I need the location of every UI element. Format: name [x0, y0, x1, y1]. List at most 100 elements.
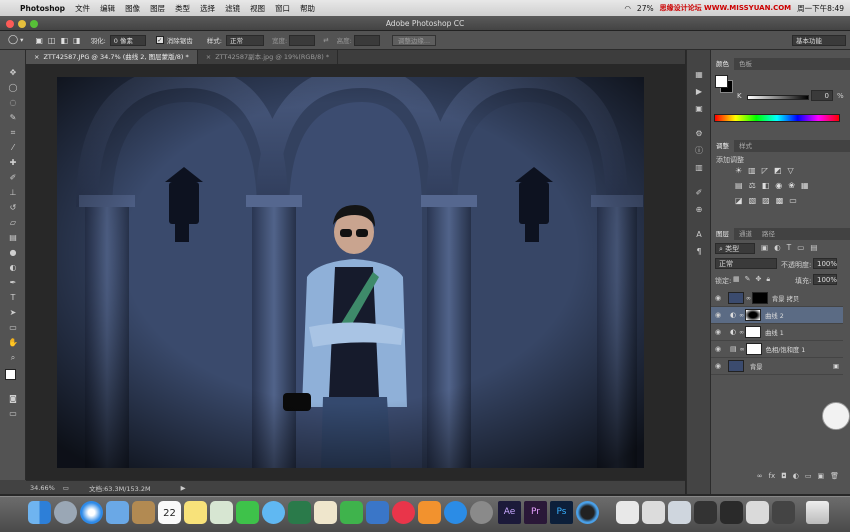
numbers-icon[interactable]	[340, 501, 363, 524]
brush-tool-icon[interactable]: ✐	[0, 170, 26, 185]
filter-pixel-icon[interactable]: ▣	[761, 243, 768, 252]
actions-panel-icon[interactable]: ▶	[687, 83, 711, 100]
lock-all-icon[interactable]: 🔒︎	[766, 275, 770, 284]
clone-source-icon[interactable]: ⊕	[687, 201, 711, 218]
battery-text[interactable]: 27%	[637, 4, 654, 13]
refine-edge-button[interactable]: 调整边缘...	[391, 34, 437, 46]
healing-tool-icon[interactable]: ✚	[0, 155, 26, 170]
photoshop-icon[interactable]: Ps	[550, 501, 573, 524]
pen-tool-icon[interactable]: ✒	[0, 275, 26, 290]
filter-type-icon[interactable]: T	[787, 243, 792, 252]
intersect-selection-icon[interactable]: ◨	[73, 36, 81, 45]
history-panel-icon[interactable]: ▦	[687, 66, 711, 83]
vibrance-icon[interactable]: ▽	[787, 166, 793, 175]
minimize-window-button[interactable]	[18, 20, 26, 28]
layer-row[interactable]: ◉ 背景 ▣	[711, 358, 843, 375]
document-photo[interactable]	[57, 77, 644, 468]
launchpad-icon[interactable]	[54, 501, 77, 524]
height-input[interactable]	[353, 34, 380, 46]
threshold-icon[interactable]: ▨	[762, 196, 770, 205]
curves-icon[interactable]: ◸	[762, 166, 768, 175]
tab-layers[interactable]: 图层	[711, 228, 734, 240]
swap-icon[interactable]: ⇄	[323, 36, 328, 44]
menu-layer[interactable]: 图层	[150, 3, 165, 14]
window-thumb-4-icon[interactable]	[772, 501, 795, 524]
blend-mode-select[interactable]: 正常	[715, 258, 777, 269]
hue-sat-icon[interactable]: ▤	[735, 181, 743, 190]
floating-usb-badge[interactable]	[822, 402, 850, 430]
facetime-icon[interactable]	[236, 501, 259, 524]
trash-icon[interactable]	[806, 501, 829, 524]
brush-panel-icon[interactable]: ✐	[687, 184, 711, 201]
appstore-icon[interactable]	[444, 501, 467, 524]
dodge-tool-icon[interactable]: ◐	[0, 260, 26, 275]
tab-styles[interactable]: 样式	[734, 140, 757, 152]
status-menu-arrow[interactable]: ▶	[181, 484, 186, 492]
add-selection-icon[interactable]: ◫	[48, 36, 56, 45]
color-spectrum[interactable]	[714, 114, 840, 122]
layer-row-selected[interactable]: ◉ ◐ ∞ 曲线 2	[711, 307, 843, 324]
close-window-button[interactable]	[6, 20, 14, 28]
music-icon[interactable]	[392, 501, 415, 524]
foreground-color-swatch[interactable]	[5, 369, 16, 380]
layer-filter-select[interactable]: ⌕ 类型	[715, 243, 755, 254]
screenshot-icon[interactable]	[668, 501, 691, 524]
lock-paint-icon[interactable]: ✎	[745, 275, 751, 284]
mask-thumbnail[interactable]	[745, 326, 762, 338]
after-effects-icon[interactable]: Ae	[498, 501, 521, 524]
style-select[interactable]: 正常	[226, 34, 264, 46]
filter-smart-icon[interactable]: ▤	[810, 243, 817, 252]
feather-input[interactable]: 0 像素	[109, 34, 146, 46]
gradient-tool-icon[interactable]: ▤	[0, 230, 26, 245]
tab-channels[interactable]: 通道	[734, 228, 757, 240]
screen-mode-icon[interactable]: ▭	[0, 406, 26, 421]
opacity-input[interactable]: 100%	[813, 258, 837, 269]
new-adjustment-icon[interactable]: ◐	[793, 472, 799, 484]
zoom-level[interactable]: 34.66%	[30, 484, 55, 492]
messages-icon[interactable]	[262, 501, 285, 524]
mask-thumbnail[interactable]	[745, 343, 762, 355]
window-thumb-3-icon[interactable]	[746, 501, 769, 524]
character-panel-icon[interactable]: A	[687, 226, 711, 243]
selective-color-icon[interactable]: ▩	[776, 196, 784, 205]
blur-tool-icon[interactable]: ●	[0, 245, 26, 260]
new-group-icon[interactable]: ▭	[805, 472, 812, 484]
menu-view[interactable]: 视图	[250, 3, 265, 14]
textedit-icon[interactable]	[314, 501, 337, 524]
contacts-icon[interactable]	[132, 501, 155, 524]
calendar-icon[interactable]: 22	[158, 501, 181, 524]
delete-layer-icon[interactable]: 🗑︎	[830, 472, 839, 484]
tab-adjustments[interactable]: 调整	[711, 140, 734, 152]
menu-help[interactable]: 帮助	[300, 3, 315, 14]
stamp-tool-icon[interactable]: ⊥	[0, 185, 26, 200]
path-select-icon[interactable]: ➤	[0, 305, 26, 320]
app-menu[interactable]: Photoshop	[20, 4, 65, 13]
ibooks-icon[interactable]	[418, 501, 441, 524]
navigator-panel-icon[interactable]: ▣	[687, 100, 711, 117]
photo-filter-icon[interactable]: ◉	[775, 181, 782, 190]
system-prefs-icon[interactable]	[470, 501, 493, 524]
layer-row[interactable]: ◉ ◐ ∞ 曲线 1	[711, 324, 843, 341]
window-thumb-icon[interactable]	[694, 501, 717, 524]
channel-mixer-icon[interactable]: ❀	[788, 181, 795, 190]
mask-thumbnail[interactable]	[745, 309, 762, 321]
safari-icon[interactable]	[80, 501, 103, 524]
exposure-icon[interactable]: ◩	[774, 166, 782, 175]
layer-row[interactable]: ◉ ▤ ∞ 色相/饱和度 1	[711, 341, 843, 358]
quick-select-tool-icon[interactable]: ✎	[0, 110, 26, 125]
notes-icon[interactable]	[184, 501, 207, 524]
levels-icon[interactable]: ▥	[748, 166, 756, 175]
history-brush-icon[interactable]: ↺	[0, 200, 26, 215]
menu-type[interactable]: 类型	[175, 3, 190, 14]
menu-filter[interactable]: 滤镜	[225, 3, 240, 14]
crop-tool-icon[interactable]: ⌗	[0, 125, 26, 140]
tab-close-icon[interactable]: ×	[34, 53, 39, 61]
zoom-tool-icon[interactable]: ⌕	[0, 350, 26, 365]
color-balance-icon[interactable]: ⚖	[749, 181, 756, 190]
properties-panel-icon[interactable]: ⚙	[687, 125, 711, 142]
k-slider[interactable]	[747, 95, 809, 100]
quicktime-icon[interactable]	[576, 501, 599, 524]
photos-icon[interactable]	[288, 501, 311, 524]
lock-transparent-icon[interactable]: ▦	[733, 275, 740, 284]
color-lookup-icon[interactable]: ▦	[801, 181, 809, 190]
